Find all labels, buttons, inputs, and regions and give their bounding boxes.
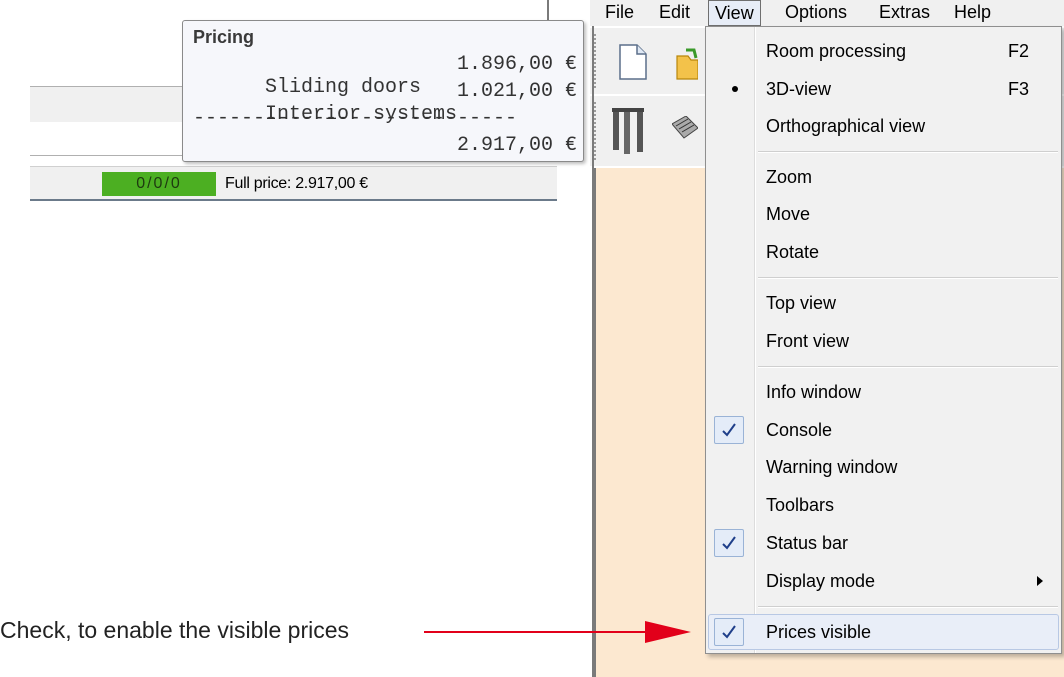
checkmark-icon xyxy=(714,618,744,646)
menu-item-label: Rotate xyxy=(766,242,820,262)
menu-item-label: Toolbars xyxy=(766,495,835,515)
menu-item-warning-window[interactable]: Warning window xyxy=(708,449,1059,485)
menu-item-front-view[interactable]: Front view xyxy=(708,323,1059,359)
pricing-separator: --------------------------- xyxy=(193,107,518,130)
menu-item-room-processing[interactable]: Room processing F2 xyxy=(708,33,1059,69)
pricing-total-row: 2.917,00 € xyxy=(193,134,577,203)
menu-item-label: Status bar xyxy=(766,533,849,553)
pricing-row-amount: 1.021,00 € xyxy=(456,80,577,103)
menu-separator xyxy=(758,606,1058,608)
toolbar-grip[interactable] xyxy=(594,102,602,160)
menu-item-label: Display mode xyxy=(766,571,876,591)
menu-item-label: Info window xyxy=(766,382,862,402)
menu-help[interactable]: Help xyxy=(954,0,991,26)
menu-separator xyxy=(758,277,1058,279)
view-menu-dropdown: Room processing F2 3D-view F3 Orthograph… xyxy=(705,26,1062,654)
menu-item-console[interactable]: Console xyxy=(708,412,1059,448)
menu-item-prices-visible[interactable]: Prices visible xyxy=(708,614,1059,650)
menu-bar: File Edit View Options Extras Help xyxy=(590,0,1064,26)
pricing-total: 2.917,00 € xyxy=(456,134,577,157)
left-window-fragment: 0/0/0 Full price: 2.917,00 € Pricing Sli… xyxy=(30,0,584,201)
menu-item-label: Orthographical view xyxy=(766,116,926,136)
pricing-tooltip: Pricing Sliding doors 1.896,00 € Interio… xyxy=(182,20,584,162)
menu-item-label: Front view xyxy=(766,331,850,351)
menu-separator xyxy=(758,151,1058,153)
menu-item-move[interactable]: Move xyxy=(708,196,1059,232)
menu-item-status-bar[interactable]: Status bar xyxy=(708,525,1059,561)
submenu-arrow-icon xyxy=(1037,576,1043,586)
menu-extras[interactable]: Extras xyxy=(879,0,930,26)
menu-item-label: Console xyxy=(766,420,833,440)
annotation-arrow-head-icon xyxy=(645,621,691,643)
menu-edit[interactable]: Edit xyxy=(659,0,690,26)
menu-item-label: Top view xyxy=(766,293,837,313)
menu-item-shortcut: F3 xyxy=(1008,79,1030,99)
menu-item-label: Zoom xyxy=(766,167,813,187)
menu-item-3d-view[interactable]: 3D-view F3 xyxy=(708,71,1059,107)
splitter[interactable] xyxy=(547,0,549,22)
menu-item-zoom[interactable]: Zoom xyxy=(708,159,1059,195)
pricing-row-amount: 1.896,00 € xyxy=(456,53,577,76)
radio-bullet-icon xyxy=(732,86,738,92)
new-document-icon[interactable] xyxy=(618,44,648,85)
menu-item-label: Warning window xyxy=(766,457,898,477)
menu-item-top-view[interactable]: Top view xyxy=(708,285,1059,321)
menu-item-label: Room processing xyxy=(766,41,907,61)
menu-view[interactable]: View xyxy=(708,0,761,26)
menu-item-label: Prices visible xyxy=(766,622,872,642)
pricing-title: Pricing xyxy=(193,27,255,47)
menu-item-info-window[interactable]: Info window xyxy=(708,374,1059,410)
menu-item-rotate[interactable]: Rotate xyxy=(708,234,1059,270)
menu-separator xyxy=(758,366,1058,368)
annotation-arrow-line xyxy=(424,631,649,633)
menu-item-label: 3D-view xyxy=(766,79,832,99)
annotation-text: Check, to enable the visible prices xyxy=(0,617,350,643)
menu-item-label: Move xyxy=(766,204,811,224)
toolbar-grip[interactable] xyxy=(594,34,602,88)
menu-options[interactable]: Options xyxy=(785,0,847,26)
menu-file[interactable]: File xyxy=(605,0,634,26)
shelf-tool-icon[interactable] xyxy=(671,115,699,151)
checkmark-icon xyxy=(714,416,744,444)
menu-item-display-mode[interactable]: Display mode xyxy=(708,563,1059,599)
menu-item-orthographical-view[interactable]: Orthographical view xyxy=(708,108,1059,144)
door-tool-icon[interactable] xyxy=(610,106,646,161)
open-folder-icon[interactable] xyxy=(676,48,699,85)
menu-item-toolbars[interactable]: Toolbars xyxy=(708,487,1059,523)
checkmark-icon xyxy=(714,529,744,557)
menu-item-shortcut: F2 xyxy=(1008,41,1030,61)
